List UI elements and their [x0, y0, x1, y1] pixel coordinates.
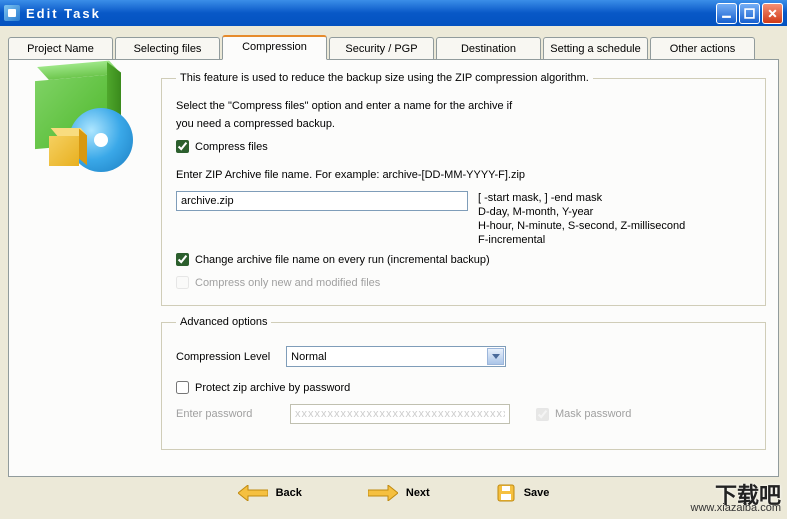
tab-project-name[interactable]: Project Name	[8, 37, 113, 60]
intro-text-1: Select the "Compress files" option and e…	[176, 100, 751, 112]
zip-options-group: This feature is used to reduce the backu…	[161, 72, 766, 306]
compress-files-label: Compress files	[195, 141, 268, 153]
tab-panel: This feature is used to reduce the backu…	[8, 59, 779, 477]
mask-legend: [ -start mask, ] -end mask D-day, M-mont…	[478, 191, 685, 247]
compress-new-only-checkbox	[176, 276, 189, 289]
zip-options-legend: This feature is used to reduce the backu…	[176, 72, 593, 84]
close-button[interactable]	[762, 3, 783, 24]
compress-files-checkbox[interactable]	[176, 140, 189, 153]
floppy-disk-icon	[496, 483, 516, 503]
compression-level-label: Compression Level	[176, 351, 270, 363]
intro-text-2: you need a compressed backup.	[176, 118, 751, 130]
app-icon	[4, 5, 20, 21]
tab-other-actions[interactable]: Other actions	[650, 37, 755, 60]
filename-label: Enter ZIP Archive file name. For example…	[176, 169, 751, 181]
tab-destination[interactable]: Destination	[436, 37, 541, 60]
tab-bar: Project Name Selecting files Compression…	[8, 34, 779, 59]
advanced-options-legend: Advanced options	[176, 316, 271, 328]
compression-level-select[interactable]: Normal	[286, 346, 506, 367]
window-title: Edit Task	[26, 6, 716, 21]
compression-level-value: Normal	[291, 351, 326, 363]
back-button[interactable]: Back	[230, 481, 310, 505]
content-area: Project Name Selecting files Compression…	[0, 26, 787, 519]
compress-new-only-label: Compress only new and modified files	[195, 277, 380, 289]
minimize-button[interactable]	[716, 3, 737, 24]
save-button[interactable]: Save	[488, 479, 558, 507]
chevron-down-icon[interactable]	[487, 348, 504, 365]
next-button[interactable]: Next	[360, 481, 438, 505]
compression-illustration	[27, 78, 147, 178]
tab-security[interactable]: Security / PGP	[329, 37, 434, 60]
advanced-options-group: Advanced options Compression Level Norma…	[161, 316, 766, 450]
change-filename-label: Change archive file name on every run (i…	[195, 254, 490, 266]
tab-schedule[interactable]: Setting a schedule	[543, 37, 648, 60]
wizard-footer: Back Next Save	[0, 479, 787, 507]
protect-password-checkbox[interactable]	[176, 381, 189, 394]
archive-filename-input[interactable]	[176, 191, 468, 211]
tab-selecting-files[interactable]: Selecting files	[115, 37, 220, 60]
mask-password-checkbox	[536, 408, 549, 421]
password-label: Enter password	[176, 408, 284, 420]
titlebar: Edit Task	[0, 0, 787, 26]
password-input	[290, 404, 510, 424]
arrow-left-icon	[238, 485, 268, 501]
change-filename-checkbox[interactable]	[176, 253, 189, 266]
arrow-right-icon	[368, 485, 398, 501]
maximize-button[interactable]	[739, 3, 760, 24]
protect-password-label: Protect zip archive by password	[195, 382, 350, 394]
mask-password-label: Mask password	[555, 408, 631, 420]
tab-compression[interactable]: Compression	[222, 35, 327, 60]
